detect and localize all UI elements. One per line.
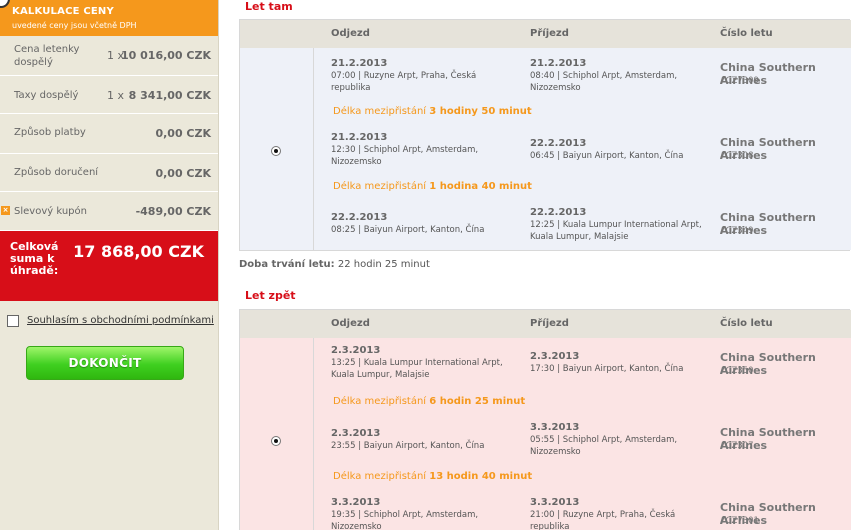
segment-departure: 2.3.2013 13:25 | Kuala Lumpur Internatio… bbox=[331, 345, 503, 380]
segment-departure: 2.3.2013 23:55 | Baiyun Airport, Kanton,… bbox=[331, 428, 485, 451]
segment-flight-number: / CZ307 bbox=[720, 441, 754, 451]
price-row-label: Slevový kupón bbox=[14, 206, 87, 217]
header-depart: Odjezd bbox=[331, 318, 370, 329]
flight-duration: Doba trvání letu: 22 hodin 25 minut bbox=[239, 259, 430, 270]
price-row-delivery: Způsob doručení 0,00 CZK bbox=[0, 154, 218, 192]
segment-arrival: 21.2.2013 08:40 | Schiphol Arpt, Amsterd… bbox=[530, 58, 678, 93]
layover-info: Délka mezipřistání 6 hodin 25 minut bbox=[333, 396, 526, 407]
price-row-taxes: Taxy dospělý 1 x 8 341,00 CZK bbox=[0, 76, 218, 114]
terms-checkbox[interactable] bbox=[7, 315, 19, 327]
price-row-value: 8 341,00 CZK bbox=[128, 89, 211, 102]
segment-arrival: 3.3.2013 05:55 | Schiphol Arpt, Amsterda… bbox=[530, 422, 678, 457]
header-arrive: Příjezd bbox=[530, 28, 569, 39]
calculator-title: KALKULACE CENY bbox=[12, 6, 114, 17]
total-value: 17 868,00 CZK bbox=[73, 242, 204, 261]
price-row-value: 0,00 CZK bbox=[155, 167, 211, 180]
price-row-qty: 1 x bbox=[107, 89, 125, 102]
price-row-coupon: Slevový kupón -489,00 CZK bbox=[0, 192, 218, 231]
segment-flight-number: / CZ308 bbox=[720, 151, 754, 161]
flight-summary: Let tam Odjezd Příjezd Číslo letu 21.2.2… bbox=[229, 0, 854, 530]
price-calculator-panel: KALKULACE CENY uvedené ceny jsou včetně … bbox=[0, 0, 219, 530]
corner-icon bbox=[0, 0, 10, 8]
radio-column bbox=[240, 48, 314, 250]
return-table: Odjezd Příjezd Číslo letu 2.3.2013 13:25… bbox=[239, 309, 851, 530]
table-header: Odjezd Příjezd Číslo letu bbox=[240, 310, 851, 338]
terms-link[interactable]: Souhlasím s obchodními podmínkami bbox=[27, 315, 214, 326]
price-row-value: 0,00 CZK bbox=[155, 127, 211, 140]
finish-button[interactable]: DOKONČIT bbox=[26, 346, 184, 380]
price-row-ticket: Cena letenky dospělý 1 x 10 016,00 CZK bbox=[0, 36, 218, 76]
calculator-subtitle: uvedené ceny jsou včetně DPH bbox=[12, 21, 137, 30]
segment-departure: 21.2.2013 07:00 | Ruzyne Arpt, Praha, Če… bbox=[331, 58, 477, 93]
price-row-value: -489,00 CZK bbox=[135, 205, 211, 218]
segment-flight-number: / CZ7309 bbox=[720, 76, 759, 86]
price-row-label: Způsob doručení bbox=[14, 167, 99, 178]
return-option: 2.3.2013 13:25 | Kuala Lumpur Internatio… bbox=[240, 338, 851, 530]
table-header: Odjezd Příjezd Číslo letu bbox=[240, 20, 851, 48]
outbound-title: Let tam bbox=[245, 0, 293, 13]
segment-arrival: 3.3.2013 21:00 | Ruzyne Arpt, Praha, Čes… bbox=[530, 497, 676, 530]
segment-flight-number: / CZ350 bbox=[720, 366, 754, 376]
outbound-radio[interactable] bbox=[271, 146, 281, 156]
layover-info: Délka mezipřistání 13 hodin 40 minut bbox=[333, 471, 533, 482]
outbound-option: 21.2.2013 07:00 | Ruzyne Arpt, Praha, Če… bbox=[240, 48, 851, 250]
header-flight: Číslo letu bbox=[720, 28, 773, 39]
segment-arrival: 22.2.2013 12:25 | Kuala Lumpur Internati… bbox=[530, 207, 702, 242]
segment-arrival: 22.2.2013 06:45 | Baiyun Airport, Kanton… bbox=[530, 138, 684, 161]
segment-arrival: 2.3.2013 17:30 | Baiyun Airport, Kanton,… bbox=[530, 351, 684, 374]
coupon-icon: × bbox=[1, 206, 10, 215]
header-arrive: Příjezd bbox=[530, 318, 569, 329]
calculator-header: KALKULACE CENY uvedené ceny jsou včetně … bbox=[0, 0, 218, 36]
segment-departure: 21.2.2013 12:30 | Schiphol Arpt, Amsterd… bbox=[331, 132, 479, 167]
total-label: Celková suma k úhradě: bbox=[10, 240, 59, 277]
header-flight: Číslo letu bbox=[720, 318, 773, 329]
price-row-payment: Způsob platby 0,00 CZK bbox=[0, 114, 218, 154]
segment-flight-number: / CZ349 bbox=[720, 226, 754, 236]
layover-info: Délka mezipřistání 1 hodina 40 minut bbox=[333, 181, 532, 192]
radio-column bbox=[240, 338, 314, 530]
price-row-value: 10 016,00 CZK bbox=[121, 49, 211, 62]
price-row-label: Cena letenky dospělý bbox=[14, 44, 80, 68]
return-title: Let zpět bbox=[245, 289, 296, 302]
price-row-label: Způsob platby bbox=[14, 127, 86, 138]
segment-flight-number: / CZ7301 bbox=[720, 516, 759, 526]
segment-departure: 3.3.2013 19:35 | Schiphol Arpt, Amsterda… bbox=[331, 497, 479, 530]
layover-info: Délka mezipřistání 3 hodiny 50 minut bbox=[333, 106, 532, 117]
price-row-label: Taxy dospělý bbox=[14, 90, 79, 101]
outbound-table: Odjezd Příjezd Číslo letu 21.2.2013 07:0… bbox=[239, 19, 851, 251]
total-box: Celková suma k úhradě: 17 868,00 CZK bbox=[0, 231, 218, 301]
header-depart: Odjezd bbox=[331, 28, 370, 39]
segment-departure: 22.2.2013 08:25 | Baiyun Airport, Kanton… bbox=[331, 212, 485, 235]
return-radio[interactable] bbox=[271, 436, 281, 446]
